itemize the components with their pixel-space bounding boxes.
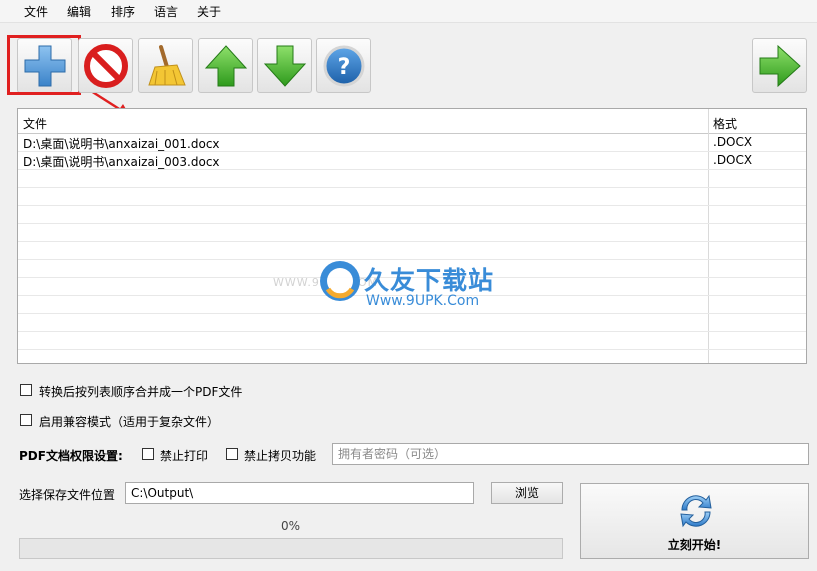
start-button[interactable]: 立刻开始! <box>580 483 809 559</box>
start-label: 立刻开始! <box>667 538 722 552</box>
menu-file[interactable]: 文件 <box>24 3 48 20</box>
compat-checkbox[interactable] <box>20 414 32 426</box>
menu-edit[interactable]: 编辑 <box>67 3 91 20</box>
highlight-box <box>7 35 81 95</box>
help-button[interactable]: ? <box>316 38 371 93</box>
owner-password-input[interactable]: 拥有者密码（可选） <box>332 443 809 465</box>
no-print-checkbox[interactable] <box>142 448 154 460</box>
menu-sort[interactable]: 排序 <box>111 3 135 20</box>
no-print-label: 禁止打印 <box>160 449 209 463</box>
watermark-title: 久友下载站 <box>364 266 495 295</box>
svg-text:?: ? <box>338 55 351 80</box>
arrow-up-icon <box>204 45 248 87</box>
file-list[interactable]: 文件 格式 D:\桌面\说明书\anxaizai_001.docx .DOCX … <box>17 108 807 364</box>
no-copy-checkbox[interactable] <box>226 448 238 460</box>
remove-file-button[interactable] <box>78 38 133 93</box>
row-file-path: D:\桌面\说明书\anxaizai_003.docx <box>23 155 220 169</box>
empty-row <box>18 170 806 188</box>
no-entry-icon <box>84 44 128 88</box>
table-row[interactable]: D:\桌面\说明书\anxaizai_003.docx .DOCX <box>18 152 806 170</box>
table-row[interactable]: D:\桌面\说明书\anxaizai_001.docx .DOCX <box>18 134 806 152</box>
output-location-label: 选择保存文件位置 <box>19 488 116 502</box>
output-path-input[interactable]: C:\Output\ <box>125 482 474 504</box>
arrow-down-icon <box>263 45 307 87</box>
column-format[interactable]: 格式 <box>713 115 737 132</box>
merge-label: 转换后按列表顺序合并成一个PDF文件 <box>39 385 243 399</box>
compat-label: 启用兼容模式（适用于复杂文件） <box>39 415 220 429</box>
permission-label: PDF文档权限设置: <box>19 449 123 463</box>
row-format: .DOCX <box>713 153 753 167</box>
watermark-logo-icon <box>320 261 360 301</box>
watermark: WWW.9UPK.COM 久友下载站 Www.9UPK.Com <box>258 225 528 335</box>
password-placeholder: 拥有者密码（可选） <box>338 447 447 461</box>
progress-bar <box>19 538 563 559</box>
empty-row <box>18 188 806 206</box>
row-format: .DOCX <box>713 135 753 149</box>
no-copy-label: 禁止拷贝功能 <box>244 449 317 463</box>
next-button[interactable] <box>752 38 807 93</box>
empty-row <box>18 206 806 224</box>
menu-bar: 文件 编辑 排序 语言 关于 <box>0 0 817 23</box>
row-file-path: D:\桌面\说明书\anxaizai_001.docx <box>23 137 220 151</box>
menu-language[interactable]: 语言 <box>154 3 178 20</box>
watermark-url: Www.9UPK.Com <box>366 293 480 309</box>
move-up-button[interactable] <box>198 38 253 93</box>
move-down-button[interactable] <box>257 38 312 93</box>
merge-checkbox[interactable] <box>20 384 32 396</box>
column-file[interactable]: 文件 <box>23 115 47 132</box>
help-icon: ? <box>323 45 365 87</box>
browse-button[interactable]: 浏览 <box>491 482 563 504</box>
clear-list-button[interactable] <box>138 38 193 93</box>
file-list-header: 文件 格式 <box>18 109 806 134</box>
arrow-right-icon <box>759 44 801 88</box>
progress-percent: 0% <box>281 519 301 533</box>
refresh-icon <box>680 494 712 528</box>
output-path-value: C:\Output\ <box>131 486 194 500</box>
menu-about[interactable]: 关于 <box>197 3 221 20</box>
broom-icon <box>148 45 186 86</box>
